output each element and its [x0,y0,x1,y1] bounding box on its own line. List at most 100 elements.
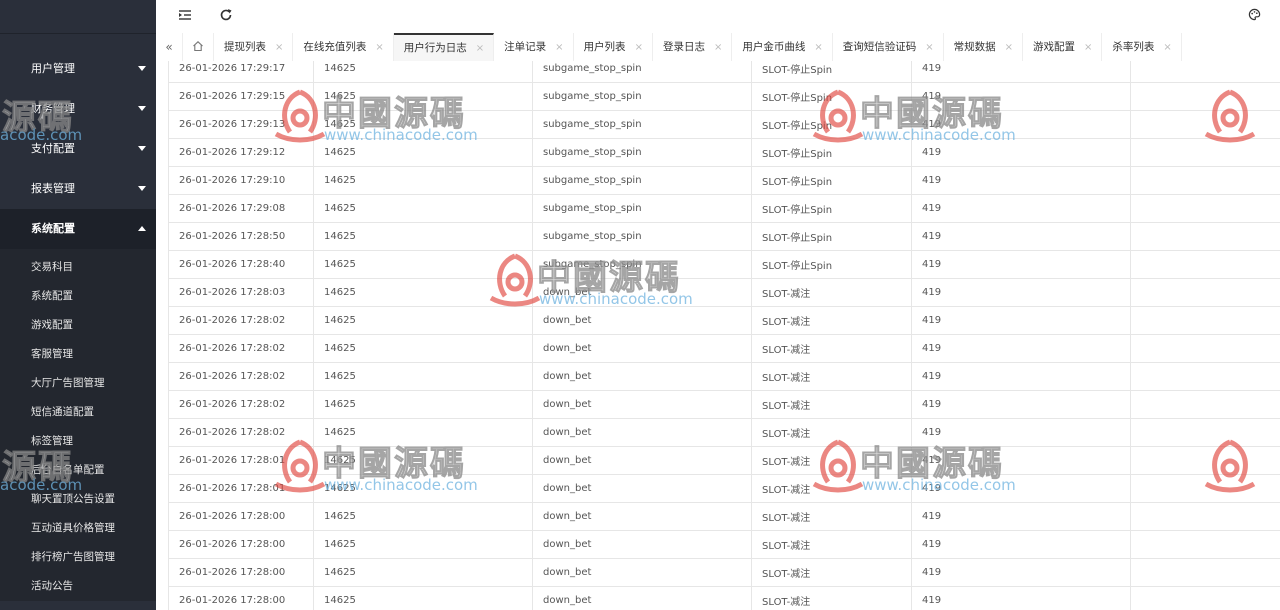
cell-extra [1130,586,1280,610]
cell-extra [1130,418,1280,447]
cell-game-id: 419 [911,502,1131,531]
sidebar-item-tags[interactable]: 标签管理 [0,427,156,456]
cell-game-id: 419 [911,418,1131,447]
sidebar-item-lobby-ads[interactable]: 大厅广告图管理 [0,369,156,398]
tab-sms-code[interactable]: 查询短信验证码 × [833,33,944,61]
cell-time: 26-01-2026 17:28:50 [168,222,314,251]
cell-game-id: 419 [911,390,1131,419]
cell-user-id: 14625 [313,334,533,363]
cell-time: 26-01-2026 17:28:02 [168,362,314,391]
cell-extra [1130,390,1280,419]
cell-game-id: 419 [911,530,1131,559]
sidebar-item-sms-channel[interactable]: 短信通道配置 [0,398,156,427]
cell-user-id: 14625 [313,110,533,139]
cell-description: SLOT-减注 [751,306,912,335]
sidebar-group-users[interactable]: 用户管理 [0,49,156,89]
tab-user-behavior-log[interactable]: 用户行为日志 × [393,33,495,61]
cell-time: 26-01-2026 17:28:01 [168,474,314,503]
main-content: 26-01-2026 17:29:17 14625 subgame_stop_spi… [156,61,1280,610]
tab-coin-curve[interactable]: 用户金币曲线 × [732,33,833,61]
cell-action: down_bet [532,334,752,363]
tab-regular-data[interactable]: 常规数据 × [944,33,1024,61]
tab-game-config[interactable]: 游戏配置 × [1023,33,1103,61]
home-icon[interactable] [183,33,214,61]
table-row: 26-01-2026 17:28:01 14625 down_bet SLOT-减注 4… [168,446,1280,475]
close-icon[interactable]: × [635,42,643,53]
tab-label: 查询短信验证码 [842,41,917,53]
cell-description: SLOT-减注 [751,446,912,475]
cell-action: subgame_stop_spin [532,110,752,139]
sidebar-item-trade-subject[interactable]: 交易科目 [0,253,156,282]
cell-extra [1130,194,1280,223]
tab-label: 常规数据 [953,41,996,53]
cell-time: 26-01-2026 17:28:03 [168,278,314,307]
cell-description: SLOT-停止Spin [751,138,912,167]
palette-icon[interactable] [1246,8,1262,24]
sidebar-item-customer-service[interactable]: 客服管理 [0,340,156,369]
sidebar-group-payment[interactable]: 支付配置 [0,129,156,169]
sidebar-item-whitelist[interactable]: 后台白名单配置 [0,456,156,485]
cell-time: 26-01-2026 17:28:00 [168,558,314,587]
tab-online-recharge[interactable]: 在线充值列表 × [293,33,394,61]
cell-time: 26-01-2026 17:28:00 [168,586,314,610]
close-icon[interactable]: × [814,42,822,53]
close-icon[interactable]: × [714,42,722,53]
close-icon[interactable]: × [925,42,933,53]
sidebar-group-finance[interactable]: 财务管理 [0,89,156,129]
sidebar-item-prop-price[interactable]: 互动道具价格管理 [0,514,156,543]
sidebar-group-label: 支付配置 [31,142,75,155]
cell-description: SLOT-停止Spin [751,166,912,195]
table-row: 26-01-2026 17:28:02 14625 down_bet SLOT-减注 4… [168,418,1280,447]
refresh-icon[interactable] [218,8,234,24]
cell-time: 26-01-2026 17:28:00 [168,502,314,531]
cell-action: down_bet [532,586,752,610]
close-icon[interactable]: × [1163,42,1171,53]
table-row: 26-01-2026 17:28:03 14625 down_bet SLOT-减注 4… [168,278,1280,307]
cell-user-id: 14625 [313,390,533,419]
close-icon[interactable]: × [375,42,383,53]
close-icon[interactable]: × [555,42,563,53]
cell-description: SLOT-减注 [751,502,912,531]
tab-bet-records[interactable]: 注单记录 × [494,33,574,61]
close-icon[interactable]: × [476,43,484,54]
menu-fold-icon[interactable] [177,8,193,24]
cell-user-id: 14625 [313,446,533,475]
cell-extra [1130,530,1280,559]
cell-game-id: 419 [911,222,1131,251]
cell-game-id: 419 [911,586,1131,610]
tab-scroll-left-icon[interactable]: « [156,33,183,61]
cell-time: 26-01-2026 17:28:01 [168,446,314,475]
caret-down-icon [138,66,146,71]
sidebar-item-game-config[interactable]: 游戏配置 [0,311,156,340]
cell-time: 26-01-2026 17:28:02 [168,390,314,419]
close-icon[interactable]: × [1005,42,1013,53]
cell-action: subgame_stop_spin [532,61,752,83]
cell-action: down_bet [532,558,752,587]
table-row: 26-01-2026 17:29:17 14625 subgame_stop_spi… [168,61,1280,83]
cell-action: subgame_stop_spin [532,166,752,195]
tab-login-log[interactable]: 登录日志 × [653,33,733,61]
sidebar-item-rank-ads[interactable]: 排行榜广告图管理 [0,543,156,572]
cell-description: SLOT-停止Spin [751,222,912,251]
cell-time: 26-01-2026 17:28:00 [168,530,314,559]
tab-label: 提现列表 [224,41,266,53]
table-row: 26-01-2026 17:29:08 14625 subgame_stop_spi… [168,194,1280,223]
close-icon[interactable]: × [275,42,283,53]
cell-description: SLOT-减注 [751,334,912,363]
tab-label: 登录日志 [662,41,705,53]
cell-user-id: 14625 [313,194,533,223]
close-icon[interactable]: × [1084,42,1092,53]
tab-user-list[interactable]: 用户列表 × [574,33,653,61]
cell-extra [1130,334,1280,363]
tab-kill-rate[interactable]: 杀率列表 × [1102,33,1182,61]
tab-withdraw-list[interactable]: 提现列表 × [214,33,294,61]
caret-down-icon [138,106,146,111]
sidebar-item-activity-notice[interactable]: 活动公告 [0,572,156,601]
sidebar-item-system-config[interactable]: 系统配置 [0,282,156,311]
cell-description: SLOT-减注 [751,418,912,447]
sidebar-group-reports[interactable]: 报表管理 [0,169,156,209]
sidebar-group-system[interactable]: 系统配置 [0,209,156,249]
cell-extra [1130,502,1280,531]
cell-description: SLOT-停止Spin [751,250,912,279]
sidebar-item-chat-notice[interactable]: 聊天置顶公告设置 [0,485,156,514]
